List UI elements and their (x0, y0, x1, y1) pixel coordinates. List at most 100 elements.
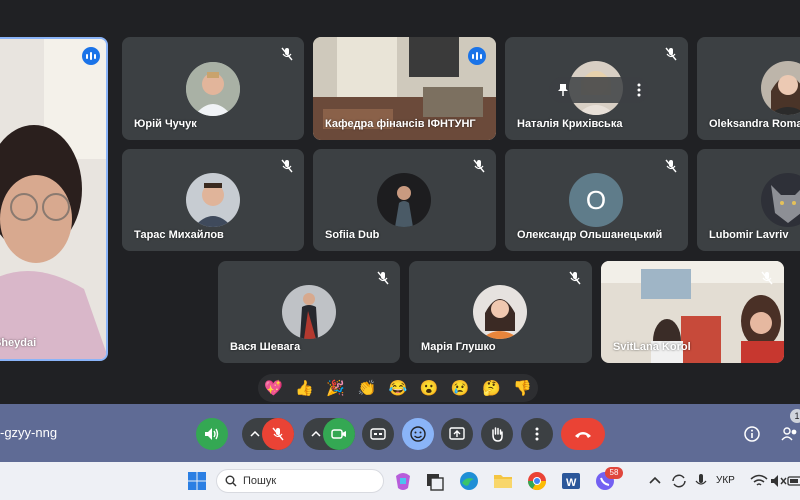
participant-name: Lubomir Lavriv (709, 229, 789, 241)
captions-button[interactable] (362, 418, 394, 450)
reaction-laugh[interactable]: 😂 (389, 379, 408, 397)
self-video-tile[interactable]: Sheydai (0, 37, 108, 361)
chevron-up-icon[interactable] (644, 470, 666, 492)
chrome-browser-icon[interactable] (526, 470, 548, 492)
chevron-up-icon[interactable] (250, 431, 260, 437)
reaction-surprised[interactable]: 😮 (420, 379, 439, 397)
people-count-badge: 1 (790, 409, 800, 423)
reaction-heart[interactable]: 💖 (264, 379, 283, 397)
meeting-code: -gzyy-nng (0, 425, 58, 440)
microphone-icon[interactable] (690, 470, 712, 492)
people-button[interactable]: 1 (776, 409, 800, 450)
search-placeholder: Пошук (243, 475, 277, 487)
people-icon (781, 427, 797, 441)
avatar (377, 173, 431, 227)
participant-name: Sofiia Dub (325, 229, 380, 241)
chevron-up-icon[interactable] (311, 431, 321, 437)
edge-browser-icon[interactable] (458, 470, 480, 492)
mic-off-icon (377, 271, 389, 285)
windows-start-icon[interactable] (186, 470, 208, 492)
reactions-bar: 💖 👍 🎉 👏 😂 😮 😢 🤔 👎 (258, 374, 538, 402)
wifi-icon[interactable] (748, 470, 770, 492)
participant-name: Олександр Ольшанецький (517, 229, 663, 241)
hang-up-icon (575, 432, 591, 438)
avatar (282, 285, 336, 339)
mic-off-icon (761, 271, 773, 285)
present-icon (449, 427, 465, 440)
captions-icon (370, 428, 386, 440)
mic-off-icon (473, 159, 485, 173)
sync-icon[interactable] (668, 470, 690, 492)
more-options-icon[interactable] (637, 83, 641, 97)
mic-off-icon (569, 271, 581, 285)
copilot-icon[interactable] (392, 470, 414, 492)
self-video-image (0, 39, 106, 359)
participant-name: Sheydai (0, 337, 37, 349)
avatar (761, 173, 800, 227)
mic-group (242, 418, 294, 450)
audio-output-button[interactable] (196, 418, 228, 450)
participant-name: Вася Шевага (230, 341, 301, 353)
reaction-thinking[interactable]: 🤔 (482, 379, 501, 397)
svg-text:W: W (566, 477, 577, 489)
camera-toggle-button[interactable] (323, 418, 355, 450)
info-icon (744, 426, 760, 442)
emoji-icon (410, 426, 426, 442)
participant-tile-svitlana[interactable]: SvitLana Korol (601, 261, 784, 363)
avatar (761, 61, 800, 115)
taskbar-search[interactable]: Пошук (216, 469, 384, 493)
camera-group (303, 418, 355, 450)
raise-hand-button[interactable] (481, 418, 513, 450)
more-options-button[interactable] (521, 418, 553, 450)
mic-off-icon (272, 427, 284, 441)
avatar (186, 173, 240, 227)
word-icon[interactable]: W (560, 470, 582, 492)
participant-name: SvitLana Korol (613, 341, 691, 353)
search-icon (225, 475, 237, 487)
mic-off-icon (665, 47, 677, 61)
reaction-sad[interactable]: 😢 (451, 379, 470, 397)
battery-icon[interactable] (786, 470, 800, 492)
participant-tile-taras[interactable]: Тарас Михайлов (122, 149, 304, 251)
avatar (186, 62, 240, 116)
emoji-reactions-button[interactable] (402, 418, 434, 450)
participant-name: Наталія Крихівська (517, 118, 623, 130)
present-screen-button[interactable] (441, 418, 473, 450)
meeting-control-bar: -gzyy-nng 1 (0, 404, 800, 462)
initial-avatar: О (569, 173, 623, 227)
reaction-thumbs-down[interactable]: 👎 (513, 379, 532, 397)
hand-icon (492, 427, 503, 442)
mic-off-icon (281, 159, 293, 173)
participant-name: Тарас Михайлов (134, 229, 224, 241)
participant-name: Юрій Чучук (134, 118, 197, 130)
file-explorer-icon[interactable] (492, 470, 514, 492)
mic-toggle-button[interactable] (262, 418, 294, 450)
reaction-clap[interactable]: 👏 (358, 379, 377, 397)
avatar (473, 285, 527, 339)
mic-off-icon (665, 159, 677, 173)
participant-tile-lubomir[interactable]: Lubomir Lavriv (697, 149, 800, 251)
meeting-details-button[interactable] (738, 418, 766, 450)
participant-tile-oleksandr[interactable]: О Олександр Ольшанецький (505, 149, 688, 251)
mic-off-icon (281, 47, 293, 61)
tile-hover-controls (549, 77, 649, 103)
participant-tile-sofiia[interactable]: Sofiia Dub (313, 149, 496, 251)
participant-tile-yuriy[interactable]: Юрій Чучук (122, 37, 304, 140)
notification-badge: 58 (605, 467, 623, 479)
reaction-party[interactable]: 🎉 (326, 379, 345, 397)
keyboard-language[interactable]: УКР (716, 475, 735, 486)
speaker-icon (205, 428, 219, 440)
participant-tile-vasia[interactable]: Вася Шевага (218, 261, 400, 363)
participant-tile-kafedra[interactable]: Кафедра фінансів ІФНТУНГ (313, 37, 496, 140)
windows-taskbar: Пошук W 58 УКР (0, 462, 800, 500)
leave-call-button[interactable] (561, 418, 605, 450)
task-view-icon[interactable] (424, 470, 446, 492)
participant-tile-maria[interactable]: Марія Глушко (409, 261, 592, 363)
reaction-thumbs-up[interactable]: 👍 (295, 379, 314, 397)
participant-tile-natalia[interactable]: Наталія Крихівська (505, 37, 688, 140)
camera-icon (331, 429, 346, 439)
meeting-stage: Sheydai Юрій Чучук Кафедра фінансів ІФНТ… (0, 0, 800, 404)
pin-icon[interactable] (557, 83, 569, 97)
participant-name: Кафедра фінансів ІФНТУНГ (325, 118, 476, 130)
participant-tile-oleksandra[interactable]: Oleksandra Romas (697, 37, 800, 140)
